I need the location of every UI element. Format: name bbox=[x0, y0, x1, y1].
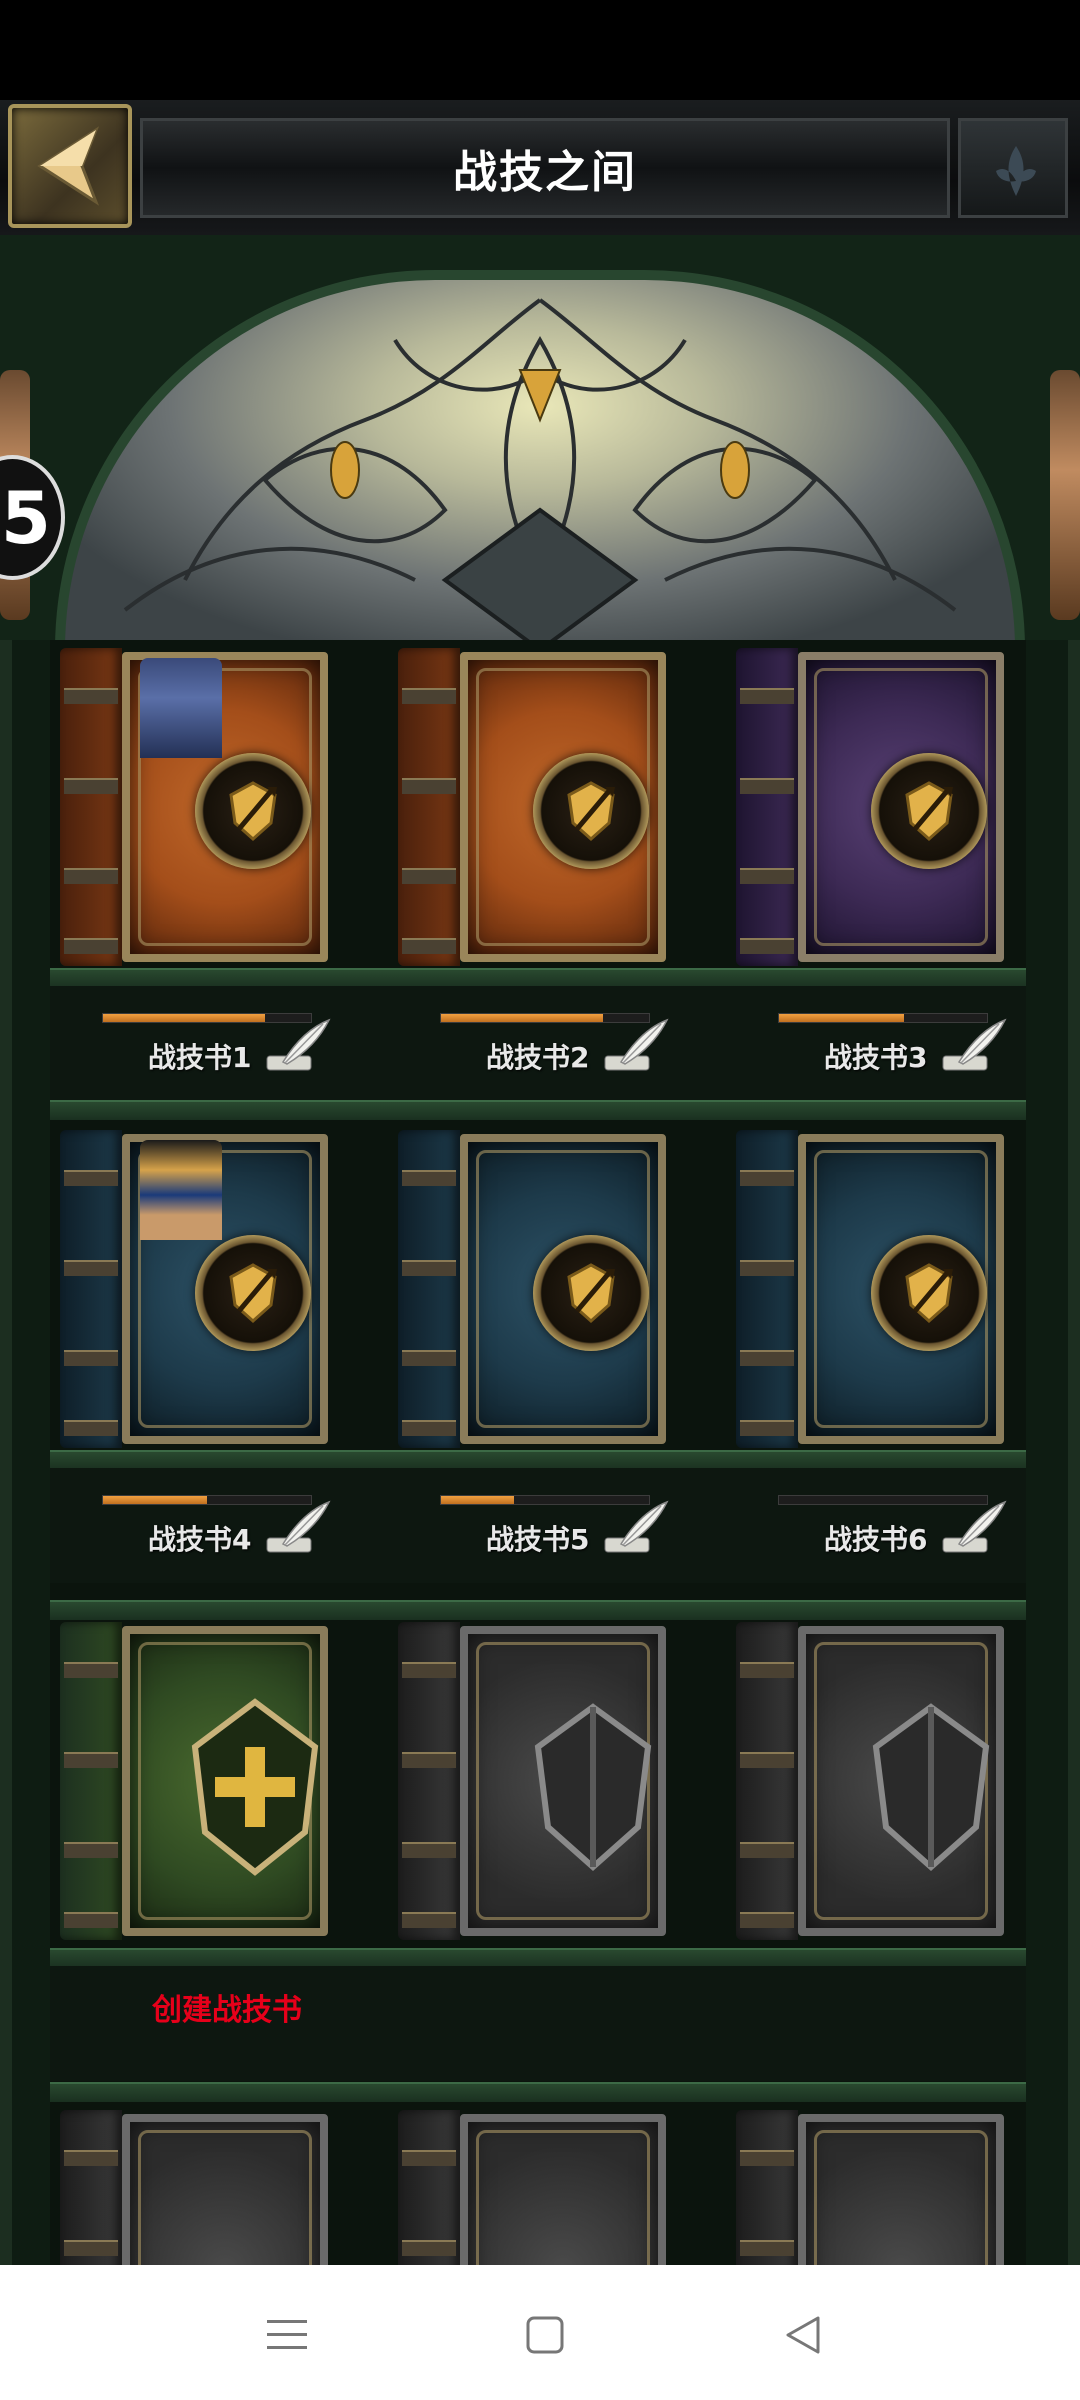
shelf-board bbox=[50, 1600, 1026, 1620]
fleur-icon bbox=[996, 146, 1036, 196]
spear-shield-emblem-icon bbox=[195, 1235, 311, 1351]
quill-rename-icon[interactable] bbox=[263, 1016, 333, 1076]
stained-glass-window bbox=[55, 270, 1025, 650]
page-title: 战技之间 bbox=[453, 147, 637, 198]
menu-icon[interactable] bbox=[262, 2310, 312, 2360]
shelf-board bbox=[50, 2082, 1026, 2102]
locked-shield-icon bbox=[534, 1703, 652, 1872]
spear-shield-emblem-icon bbox=[533, 753, 649, 869]
skill-book[interactable] bbox=[398, 1130, 670, 1448]
locked-book-slot bbox=[398, 1622, 670, 1940]
locked-shield-icon bbox=[872, 1703, 990, 1872]
status-bar bbox=[0, 0, 1080, 100]
create-book-slot[interactable] bbox=[60, 1622, 332, 1940]
spear-shield-emblem-icon bbox=[871, 753, 987, 869]
book-label: 战技书4 bbox=[148, 1523, 252, 1556]
quill-rename-icon[interactable] bbox=[263, 1498, 333, 1558]
pharaoh-hero-avatar bbox=[140, 1140, 222, 1240]
quill-rename-icon[interactable] bbox=[939, 1498, 1009, 1558]
quill-rename-icon[interactable] bbox=[939, 1016, 1009, 1076]
locked-book-slot bbox=[736, 2110, 1008, 2265]
back-triangle-icon[interactable] bbox=[778, 2310, 828, 2360]
book-label: 战技书6 bbox=[824, 1523, 928, 1556]
back-button[interactable] bbox=[8, 104, 132, 228]
book-label: 战技书3 bbox=[824, 1041, 928, 1074]
skill-book[interactable] bbox=[736, 648, 1008, 966]
book-label: 战技书5 bbox=[486, 1523, 590, 1556]
chevron-left-icon bbox=[37, 126, 100, 206]
spear-shield-emblem-icon bbox=[871, 1235, 987, 1351]
create-book-label[interactable]: 创建战技书 bbox=[152, 1985, 302, 2029]
header-right-ornament bbox=[958, 118, 1068, 218]
book-label: 战技书2 bbox=[486, 1041, 590, 1074]
shelf-board bbox=[50, 1100, 1026, 1120]
spear-shield-emblem-icon bbox=[195, 753, 311, 869]
quill-rename-icon[interactable] bbox=[601, 1498, 671, 1558]
plus-shield-icon bbox=[191, 1698, 319, 1876]
knight-hero-avatar bbox=[140, 658, 222, 758]
shelf-board bbox=[50, 1450, 1026, 1470]
locked-book-slot bbox=[736, 1622, 1008, 1940]
skill-book[interactable] bbox=[398, 648, 670, 966]
title-plate: 战技之间 bbox=[140, 118, 950, 218]
locked-book-slot bbox=[398, 2110, 670, 2265]
quill-rename-icon[interactable] bbox=[601, 1016, 671, 1076]
locked-book-slot bbox=[60, 2110, 332, 2265]
home-icon[interactable] bbox=[520, 2310, 570, 2360]
book-label: 战技书1 bbox=[148, 1041, 252, 1074]
skill-book[interactable] bbox=[736, 1130, 1008, 1448]
right-lamp bbox=[1050, 370, 1080, 620]
shelf-board bbox=[50, 1948, 1026, 1968]
shelf-board bbox=[50, 968, 1026, 988]
spear-shield-emblem-icon bbox=[533, 1235, 649, 1351]
